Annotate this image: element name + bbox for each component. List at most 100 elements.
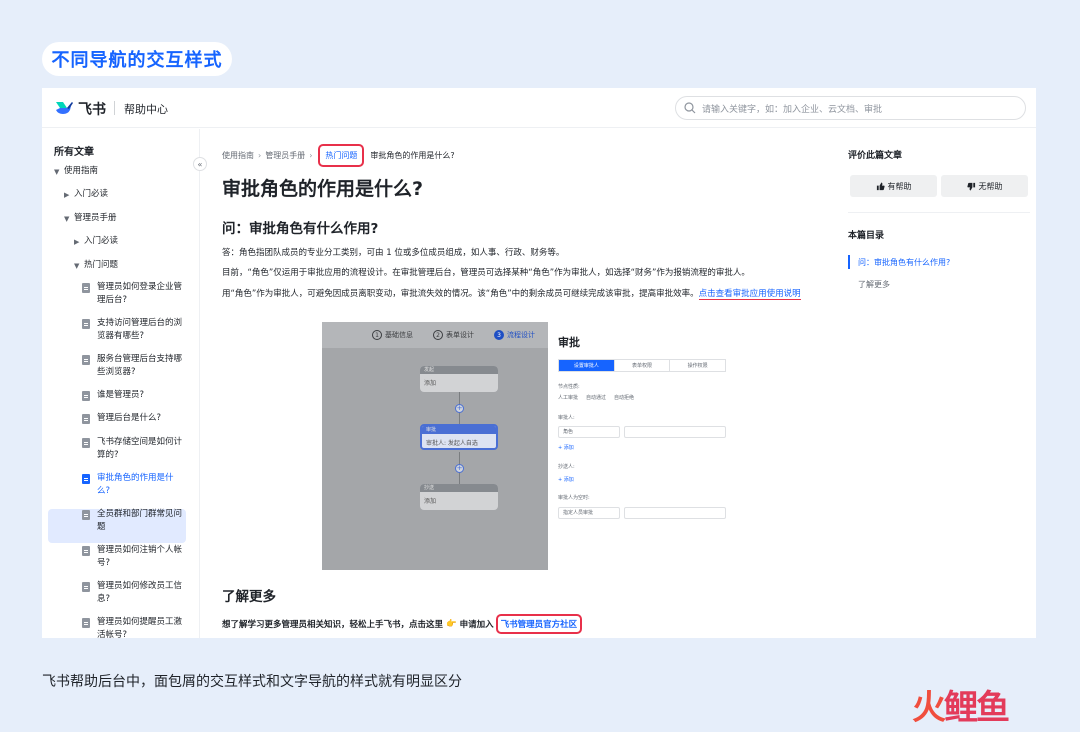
document-icon: [82, 414, 90, 424]
sidebar-doc-item[interactable]: 谁是管理员?: [97, 389, 185, 402]
header-divider: [114, 101, 115, 115]
caret-right-icon[interactable]: ▶: [64, 191, 69, 199]
usage-guide-link[interactable]: 点击查看审批应用使用说明: [698, 289, 801, 300]
panel-tab: 设置审批人: [559, 360, 615, 371]
caret-down-icon[interactable]: ▼: [54, 168, 59, 176]
select-field: 指定人员审批: [558, 507, 620, 519]
sidebar-item-intro-2[interactable]: 入门必读: [84, 235, 118, 248]
sidebar-doc-item[interactable]: 管理员如何登录企业管理后台?: [97, 281, 185, 307]
document-icon: [82, 474, 90, 484]
sidebar-item-hot-issues[interactable]: 热门问题: [84, 259, 118, 272]
document-icon: [82, 582, 90, 592]
document-icon: [82, 510, 90, 520]
sidebar-item-intro-1[interactable]: 入门必读: [74, 188, 108, 201]
select-field: 角色: [558, 426, 620, 438]
toc-item[interactable]: 了解更多: [858, 279, 890, 290]
panel-tab: 表单权限: [615, 360, 671, 371]
help-center-link[interactable]: 帮助中心: [124, 101, 168, 117]
caret-right-icon[interactable]: ▶: [74, 238, 79, 246]
learn-more-line: 想了解学习更多管理员相关知识，轻松上手飞书，点击这里 👉 申请加入 飞书管理员官…: [222, 614, 583, 634]
document-icon: [82, 546, 90, 556]
add-link: + 添加: [558, 445, 574, 451]
search-input[interactable]: 请输入关键字，如：加入企业、云文档、审批: [675, 96, 1026, 120]
sidebar-doc-item[interactable]: 飞书存储空间是如何计算的?: [97, 436, 185, 462]
breadcrumb-separator-icon: ›: [309, 151, 313, 160]
flow-node: 抄送 添加: [420, 484, 498, 510]
embedded-approval-screenshot: 1 基础信息 2 表单设计 3 流程设计 发起 添加 + 审批 审批人: 发起人自选 + …: [322, 322, 732, 570]
select-field: [624, 426, 726, 438]
breadcrumb-item[interactable]: 管理员手册: [265, 150, 305, 161]
learn-more-text: 想了解学习更多管理员相关知识，轻松上手飞书，点击这里: [222, 620, 444, 630]
community-link[interactable]: 飞书管理员官方社区: [495, 614, 583, 634]
sidebar-doc-item[interactable]: 管理员如何提醒员工激活帐号?: [97, 616, 185, 638]
flow-node-selected: 审批 审批人: 发起人自选: [420, 424, 498, 450]
paragraph-text: 用“角色”作为审批人，可避免因成员离职变动，审批流失效的情况。该“角色”中的剩余…: [222, 289, 699, 299]
panel-tab: 操作权限: [687, 363, 708, 369]
step-item: 2 表单设计: [433, 330, 474, 340]
flow-node: 发起 添加: [420, 366, 498, 392]
pointing-hand-icon: 👉: [446, 619, 457, 629]
document-icon: [82, 438, 90, 448]
logo-text[interactable]: 飞书: [78, 99, 106, 119]
breadcrumb-item-hot[interactable]: 热门问题: [318, 144, 365, 167]
step-bar: 1 基础信息 2 表单设计 3 流程设计: [322, 322, 548, 348]
document-icon: [82, 391, 90, 401]
rate-title: 评价此篇文章: [848, 151, 903, 161]
flow-canvas: 1 基础信息 2 表单设计 3 流程设计 发起 添加 + 审批 审批人: 发起人自选 + …: [322, 322, 548, 570]
helpful-button[interactable]: 有帮助: [850, 175, 937, 197]
toc-active-indicator: [848, 255, 850, 269]
watermark-logo: 火鲤鱼: [912, 687, 1010, 728]
sidebar-doc-item[interactable]: 支持访问管理后台的浏览器有哪些?: [97, 317, 185, 343]
add-node-icon: +: [455, 464, 464, 473]
sidebar-doc-item[interactable]: 管理后台是什么?: [97, 412, 185, 425]
sidebar-doc-item[interactable]: 管理员如何修改员工信息?: [97, 580, 185, 606]
caret-down-icon[interactable]: ▼: [74, 262, 79, 270]
panel-title: 审批: [558, 336, 580, 349]
paragraph: 答：角色指团队成员的专业分工类别，可由 1 位或多位成员组成，如人事、行政、财务…: [222, 248, 565, 258]
double-chevron-left-icon: «: [197, 159, 203, 169]
caret-down-icon[interactable]: ▼: [64, 215, 69, 223]
page-title: 不同导航的交互样式: [42, 42, 232, 76]
sidebar-item-admin-manual[interactable]: 管理员手册: [74, 212, 117, 225]
toc-item-active[interactable]: 问：审批角色有什么作用?: [858, 257, 950, 268]
panel-divider: [848, 212, 1030, 213]
approval-settings-panel: 审批 设置审批人 表单权限 操作权限 节点性质: 人工审批 自动通过 自动拒绝 …: [548, 322, 732, 570]
add-link: + 添加: [558, 477, 574, 483]
thumbs-up-icon: [876, 181, 885, 190]
search-icon: [684, 102, 696, 114]
document-icon: [82, 355, 90, 365]
learn-more-heading: 了解更多: [222, 589, 276, 605]
document-icon: [82, 283, 90, 293]
paragraph: 目前，“角色”仅运用于审批应用的流程设计。在审批管理后台，管理员可选择某种“角色…: [222, 268, 750, 278]
thumbs-down-icon: [966, 182, 975, 191]
breadcrumb-separator-icon: ›: [258, 151, 262, 160]
radio-group: 人工审批 自动通过 自动拒绝: [558, 395, 635, 401]
search-placeholder: 请输入关键字，如：加入企业、云文档、审批: [702, 104, 883, 115]
sidebar-doc-item-active[interactable]: 审批角色的作用是什么?: [97, 472, 177, 498]
field-label: 审批人:: [558, 415, 575, 421]
step-item: 1 基础信息: [372, 330, 413, 340]
sidebar-doc-item[interactable]: 管理员如何注销个人帐号?: [97, 544, 185, 570]
field-label: 抄送人:: [558, 464, 575, 470]
breadcrumb-item[interactable]: 使用指南: [222, 150, 254, 161]
sidebar-doc-item[interactable]: 服务台管理后台支持哪些浏览器?: [97, 353, 185, 379]
field-label: 审批人为空时:: [558, 495, 590, 501]
step-item-active: 3 流程设计: [494, 330, 535, 340]
sidebar: 所有文章 ▼ 使用指南 ▶ 入门必读 ▼ 管理员手册 ▶ 入门必读 ▼ 热门问题…: [42, 129, 200, 638]
select-field: [624, 507, 726, 519]
breadcrumb-current: 审批角色的作用是什么?: [370, 151, 455, 160]
toc-title: 本篇目录: [848, 231, 885, 241]
document-icon: [82, 319, 90, 329]
sidebar-doc-item[interactable]: 全员群和部门群常见问题: [97, 508, 185, 534]
paragraph: 用“角色”作为审批人，可避免因成员离职变动，审批流失效的情况。该“角色”中的剩余…: [222, 287, 832, 301]
field-label: 节点性质:: [558, 384, 580, 390]
breadcrumb: 使用指南 › 管理员手册 › 热门问题 审批角色的作用是什么?: [222, 144, 455, 167]
figure-caption: 飞书帮助后台中，面包屑的交互样式和文字导航的样式就有明显区分: [42, 674, 462, 690]
not-helpful-button[interactable]: 无帮助: [941, 175, 1028, 197]
feishu-logo-icon[interactable]: [54, 98, 74, 116]
question-heading: 问：审批角色有什么作用?: [222, 221, 379, 237]
top-header: 飞书 帮助中心 请输入关键字，如：加入企业、云文档、审批: [42, 88, 1036, 128]
document-icon: [82, 618, 90, 628]
collapse-sidebar-button[interactable]: «: [193, 157, 207, 171]
sidebar-item-usage-guide[interactable]: 使用指南: [64, 165, 98, 178]
